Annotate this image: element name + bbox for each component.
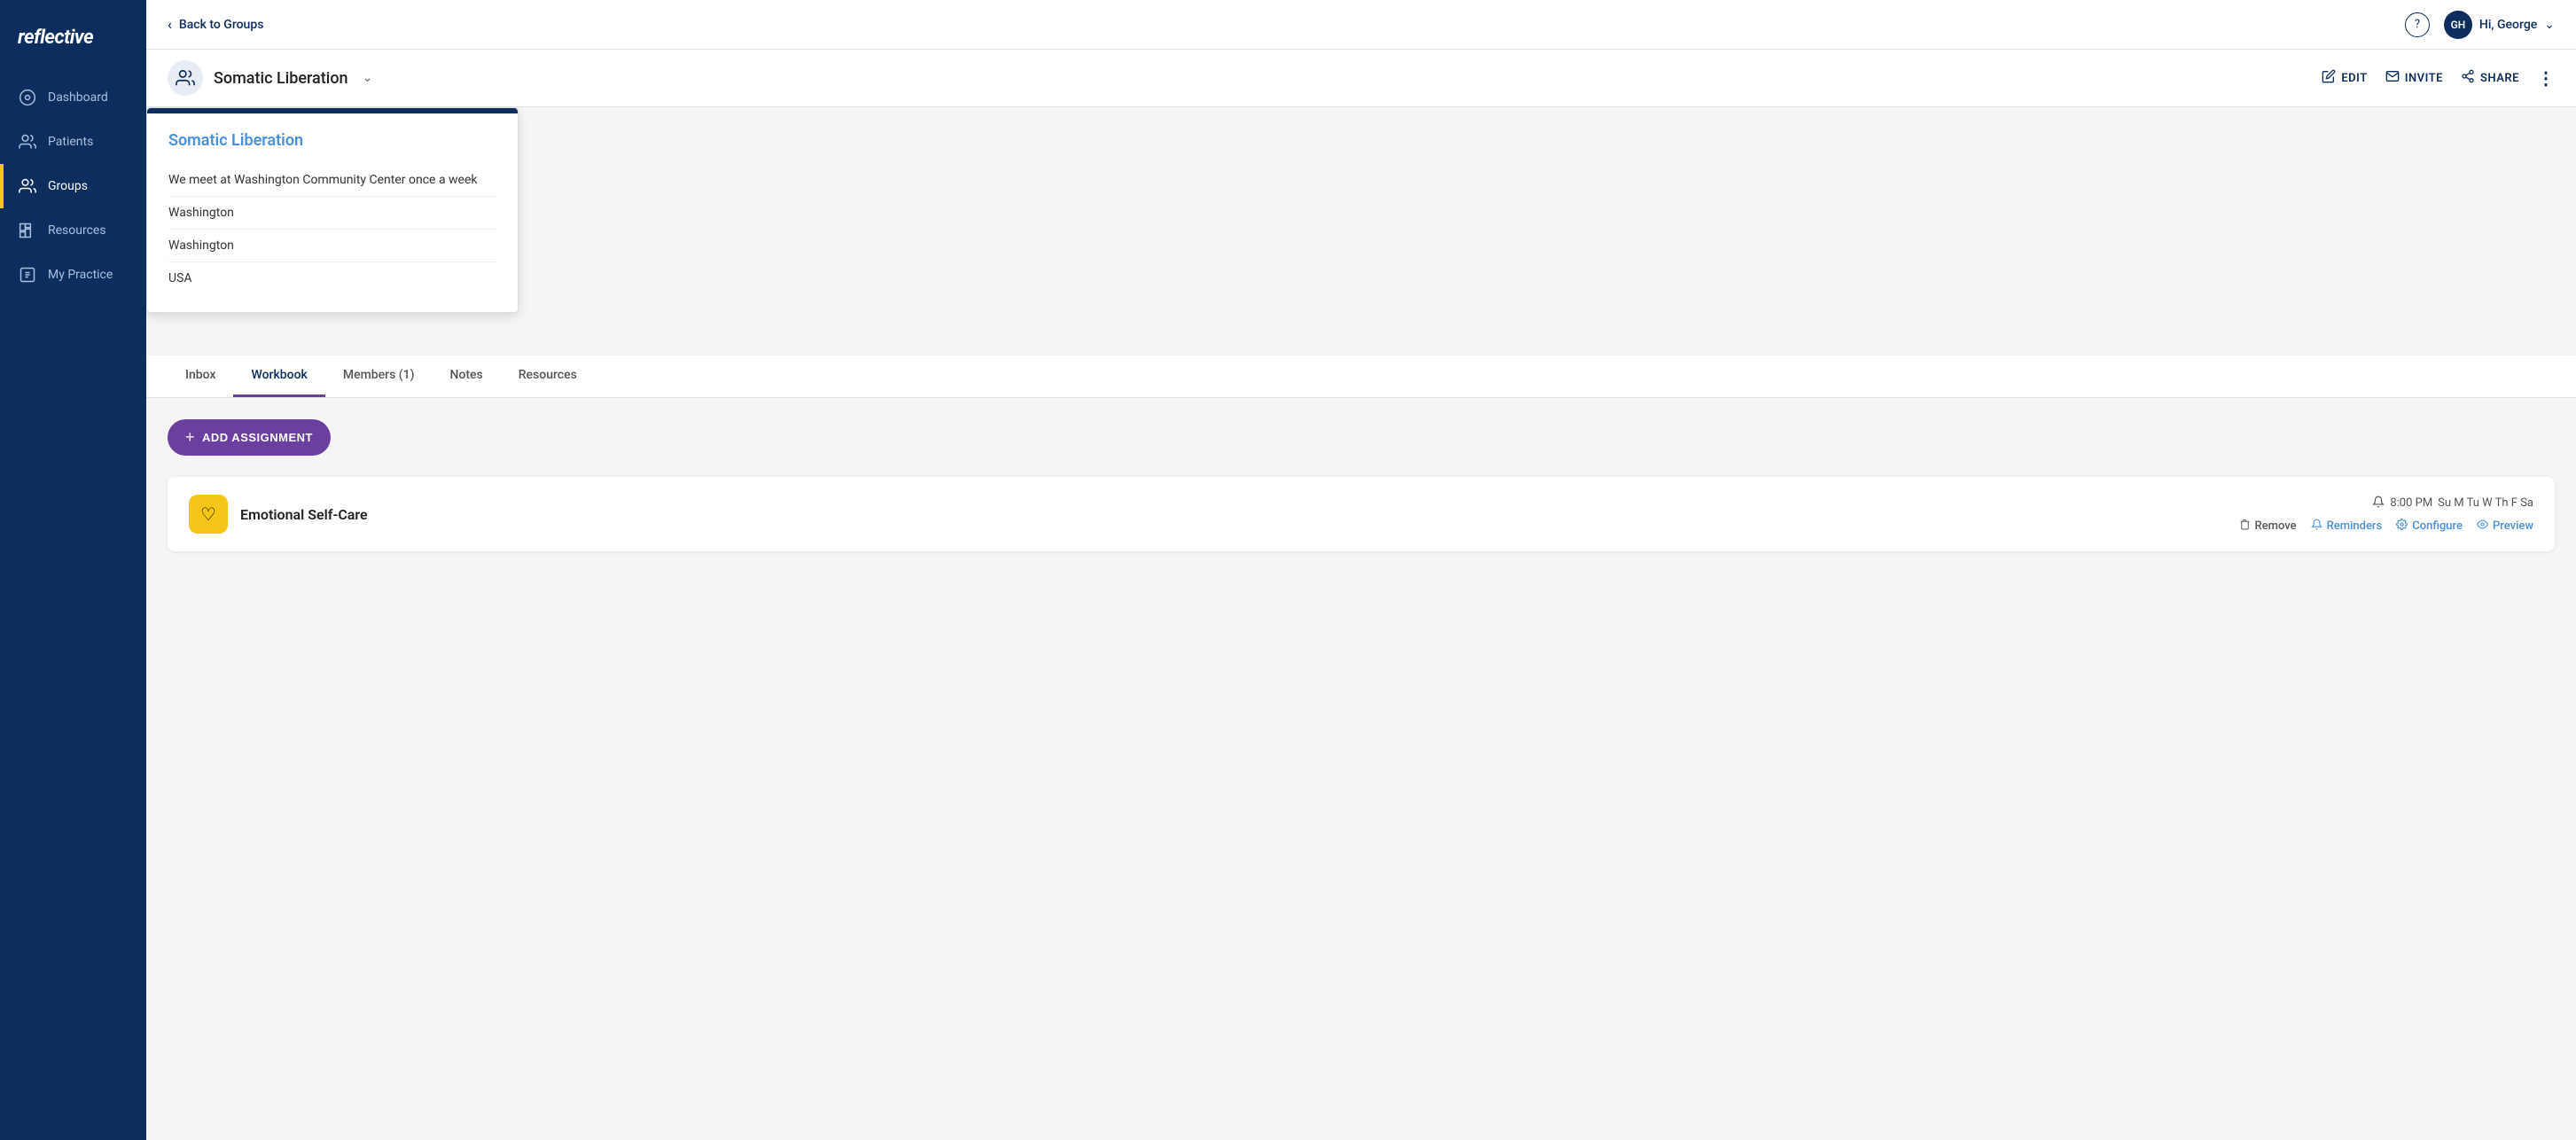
user-menu-chevron: ⌄ — [2544, 18, 2555, 32]
configure-button[interactable]: Configure — [2396, 519, 2463, 534]
topbar-right: ? GH Hi, George ⌄ — [2405, 11, 2555, 39]
user-menu[interactable]: GH Hi, George ⌄ — [2444, 11, 2555, 39]
group-actions: EDIT INVITE SHARE ⋮ — [2322, 67, 2555, 89]
group-icon — [168, 60, 203, 96]
sidebar-item-groups[interactable]: Groups — [0, 164, 146, 208]
sidebar-item-dashboard-label: Dashboard — [48, 90, 108, 105]
topbar: ‹ Back to Groups ? GH Hi, George ⌄ — [146, 0, 2576, 50]
assignment-name: Emotional Self-Care — [240, 506, 368, 523]
assignment-days: Su M Tu W Th F Sa — [2438, 496, 2533, 510]
share-label: SHARE — [2480, 72, 2519, 85]
sidebar-item-patients-label: Patients — [48, 135, 93, 149]
avatar: GH — [2444, 11, 2472, 39]
resources-icon — [18, 221, 37, 240]
alarm-icon — [2372, 496, 2385, 511]
dropdown-group-name: Somatic Liberation — [168, 131, 496, 150]
dropdown-country: USA — [168, 262, 496, 294]
assignment-right: 8:00 PM Su M Tu W Th F Sa Remove — [2239, 496, 2533, 534]
group-name-label: Somatic Liberation — [214, 69, 348, 88]
group-header: Somatic Liberation ⌄ EDIT INVITE SHARE — [146, 50, 2576, 107]
remove-button[interactable]: Remove — [2239, 519, 2297, 534]
remove-label: Remove — [2255, 519, 2297, 533]
preview-button[interactable]: Preview — [2477, 519, 2533, 534]
more-options-button[interactable]: ⋮ — [2537, 67, 2555, 89]
my-practice-icon — [18, 265, 37, 285]
reminders-button[interactable]: Reminders — [2311, 519, 2383, 534]
group-dropdown-card: Somatic Liberation We meet at Washington… — [146, 107, 519, 313]
dropdown-description: We meet at Washington Community Center o… — [168, 164, 496, 197]
assignment-schedule: 8:00 PM Su M Tu W Th F Sa — [2372, 496, 2533, 511]
invite-icon — [2385, 69, 2400, 87]
preview-icon — [2477, 519, 2488, 534]
sidebar-item-my-practice-label: My Practice — [48, 268, 113, 282]
brand-logo: reflective — [0, 18, 146, 75]
edit-button[interactable]: EDIT — [2322, 69, 2367, 87]
user-greeting: Hi, George — [2479, 18, 2537, 32]
workbook-content: + ADD ASSIGNMENT ♡ Emotional Self-Care — [146, 398, 2576, 573]
help-button[interactable]: ? — [2405, 12, 2430, 37]
dashboard-icon — [18, 88, 37, 107]
sidebar: reflective Dashboard Patients Groups Res… — [0, 0, 146, 1140]
assignment-thumbnail: ♡ — [189, 495, 228, 534]
tab-members[interactable]: Members (1) — [325, 355, 433, 397]
back-to-groups-link[interactable]: ‹ Back to Groups — [168, 16, 263, 33]
invite-button[interactable]: INVITE — [2385, 69, 2443, 87]
assignment-icon: ♡ — [200, 504, 216, 525]
reminders-icon — [2311, 519, 2322, 534]
back-label: Back to Groups — [179, 18, 264, 32]
preview-label: Preview — [2493, 519, 2533, 533]
back-arrow-icon: ‹ — [168, 16, 172, 33]
tab-inbox[interactable]: Inbox — [168, 355, 233, 397]
content-area: Somatic Liberation We meet at Washington… — [146, 107, 2576, 1140]
configure-icon — [2396, 519, 2408, 534]
add-assignment-button[interactable]: + ADD ASSIGNMENT — [168, 419, 331, 456]
sidebar-nav: Dashboard Patients Groups Resources My P… — [0, 75, 146, 297]
assignment-time: 8:00 PM — [2390, 496, 2432, 510]
sidebar-item-groups-label: Groups — [48, 179, 88, 193]
share-icon — [2461, 69, 2475, 87]
assignment-actions: Remove Reminders Configure — [2239, 519, 2533, 534]
sidebar-item-resources[interactable]: Resources — [0, 208, 146, 253]
dropdown-card-body: Somatic Liberation We meet at Washington… — [147, 113, 518, 312]
reminders-label: Reminders — [2327, 519, 2383, 533]
tab-notes[interactable]: Notes — [432, 355, 500, 397]
tab-workbook[interactable]: Workbook — [233, 355, 324, 397]
dropdown-city: Washington — [168, 197, 496, 230]
tabs-row: Inbox Workbook Members (1) Notes Resourc… — [146, 355, 2576, 398]
assignment-card: ♡ Emotional Self-Care 8:00 PM Su M Tu W … — [168, 477, 2555, 551]
edit-label: EDIT — [2341, 72, 2367, 85]
sidebar-item-resources-label: Resources — [48, 223, 106, 238]
groups-icon — [18, 176, 37, 196]
dropdown-state: Washington — [168, 230, 496, 262]
add-assignment-label: ADD ASSIGNMENT — [202, 431, 313, 444]
plus-icon: + — [185, 428, 195, 447]
sidebar-item-dashboard[interactable]: Dashboard — [0, 75, 146, 120]
sidebar-item-patients[interactable]: Patients — [0, 120, 146, 164]
assignment-left: ♡ Emotional Self-Care — [189, 495, 368, 534]
edit-icon — [2322, 69, 2336, 87]
group-title-area: Somatic Liberation ⌄ — [168, 60, 372, 96]
configure-label: Configure — [2412, 519, 2463, 533]
main-content: ‹ Back to Groups ? GH Hi, George ⌄ Somat… — [146, 0, 2576, 1140]
tab-resources[interactable]: Resources — [501, 355, 595, 397]
group-dropdown-chevron[interactable]: ⌄ — [363, 71, 373, 85]
invite-label: INVITE — [2405, 72, 2443, 85]
trash-icon — [2239, 519, 2251, 534]
share-button[interactable]: SHARE — [2461, 69, 2519, 87]
patients-icon — [18, 132, 37, 152]
sidebar-item-my-practice[interactable]: My Practice — [0, 253, 146, 297]
